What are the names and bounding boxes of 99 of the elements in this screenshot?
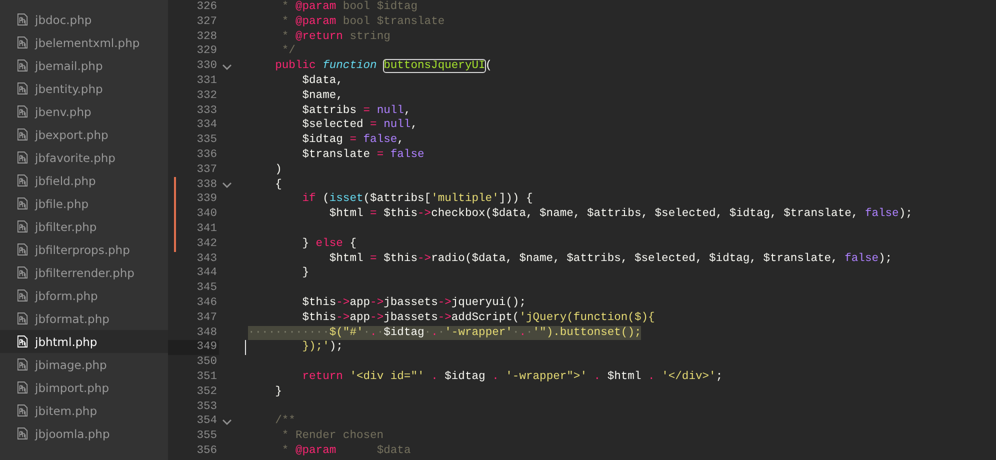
line-number: 346 — [196, 296, 218, 311]
code-line: /** — [274, 414, 296, 430]
file-icon — [17, 197, 28, 210]
file-icon — [17, 358, 28, 371]
code-line: * Render chosen — [280, 429, 384, 444]
code-line: $data, — [301, 74, 343, 89]
code-line: $this->app->jbassets->jqueryui(); — [301, 296, 526, 311]
line-number: 355 — [196, 429, 218, 444]
file-item[interactable]: jbfilter.php — [0, 215, 168, 238]
line-number: 345 — [196, 281, 218, 296]
file-icon — [17, 105, 28, 118]
line-number: 338 — [196, 178, 218, 192]
file-item[interactable]: jbjoomla.php — [0, 422, 168, 445]
file-icon — [17, 220, 28, 233]
file-icon — [17, 36, 28, 49]
code-line: } else { — [301, 236, 356, 252]
file-item[interactable]: jbfile.php — [0, 192, 168, 215]
code-line: $attribs = null, — [301, 104, 411, 118]
code-line: $selected = null, — [301, 118, 418, 134]
file-icon — [17, 266, 28, 279]
code-line: } — [301, 266, 310, 282]
line-number: 334 — [196, 118, 218, 134]
chevron-icon[interactable] — [222, 182, 232, 188]
line-number: 353 — [196, 400, 218, 414]
line-number: 350 — [196, 355, 218, 370]
file-item[interactable]: jbform.php — [0, 284, 168, 307]
file-item[interactable]: jbentity.php — [0, 77, 168, 100]
code-line: return '<div id="' . $idtag . '-wrapper">' . $html . '</div>'; — [301, 370, 723, 385]
file-item[interactable]: jbenv.php — [0, 100, 168, 123]
file-icon — [17, 243, 28, 256]
line-number: 354 — [196, 414, 218, 430]
line-number: 340 — [196, 207, 218, 222]
code-line: } — [274, 384, 282, 400]
code-line: * @return string — [280, 30, 390, 44]
file-icon — [17, 59, 28, 72]
file-icon — [17, 13, 28, 26]
code-line: * @param $data — [280, 444, 411, 459]
file-icon — [17, 289, 28, 302]
file-item[interactable]: jbfilterprops.php — [0, 238, 168, 261]
file-icon — [17, 82, 28, 95]
chevron-icon[interactable] — [222, 64, 232, 70]
file-icon — [17, 151, 28, 164]
file-icon — [17, 381, 28, 394]
code-line: */ — [280, 44, 296, 60]
line-number: 326 — [196, 0, 218, 15]
code-line: $name, — [301, 88, 343, 104]
file-item[interactable]: jbhtml.php — [0, 330, 168, 353]
code-line: if (isset($attribs['multiple'])) { — [301, 192, 533, 208]
line-number: 351 — [196, 370, 218, 385]
line-number: 328 — [196, 30, 218, 44]
file-item[interactable]: jbdoc.php — [0, 8, 168, 31]
line-number: 343 — [196, 252, 218, 266]
file-item[interactable]: jbexport.php — [0, 123, 168, 146]
line-number: 330 — [196, 59, 218, 74]
chevron-icon[interactable] — [222, 418, 232, 425]
line-number: 329 — [196, 44, 218, 60]
file-item[interactable]: jbformat.php — [0, 307, 168, 330]
line-number: 335 — [196, 133, 218, 148]
file-icon — [17, 335, 28, 348]
code-line: { — [274, 178, 282, 192]
code-line: * @param bool $idtag — [280, 0, 418, 15]
line-number: 347 — [196, 310, 218, 326]
file-icon — [17, 404, 28, 417]
file-item[interactable]: jbimage.php — [0, 353, 168, 376]
line-number: 341 — [196, 222, 218, 237]
code-line: ) — [274, 162, 282, 178]
code-line: $idtag = false, — [301, 133, 404, 148]
code-line: $html = $this->radio($data, $name, $attribs, $selected, $idtag, $translate, false); — [328, 252, 892, 266]
line-number: 352 — [196, 384, 218, 400]
line-number: 333 — [196, 104, 218, 118]
code-line: $translate = false — [301, 148, 424, 163]
file-item[interactable]: jbfilterrender.php — [0, 261, 168, 284]
file-item[interactable]: jbemail.php — [0, 54, 168, 77]
line-number: 348 — [196, 326, 218, 340]
line-number: 349 — [168, 340, 220, 356]
file-item[interactable]: jbfield.php — [0, 169, 168, 192]
line-number: 356 — [196, 444, 218, 459]
code-line: });'); — [301, 340, 343, 356]
file-item[interactable]: jbelementxml.php — [0, 31, 168, 54]
line-number: 332 — [196, 88, 218, 104]
file-item[interactable]: jbimport.php — [0, 376, 168, 399]
line-number: 327 — [196, 14, 218, 30]
line-number: 331 — [196, 74, 218, 89]
file-icon — [17, 174, 28, 187]
line-number: 336 — [196, 148, 218, 163]
code-line: $html = $this->checkbox($data, $name, $attribs, $selected, $idtag, $translate, false); — [328, 207, 912, 222]
file-item[interactable]: jbfavorite.php — [0, 146, 168, 169]
code-line: $this->app->jbassets->addScript('jQuery(function($){ — [301, 310, 655, 326]
file-icon — [17, 427, 28, 440]
text-cursor — [245, 340, 246, 356]
line-number: 342 — [196, 236, 218, 252]
line-number: 339 — [196, 192, 218, 208]
file-icon — [17, 312, 28, 325]
file-icon — [17, 128, 28, 141]
line-number: 337 — [196, 162, 218, 178]
code-line: public function buttonsJqueryUI( — [274, 59, 492, 74]
file-item[interactable]: jbitem.php — [0, 399, 168, 422]
line-number: 344 — [196, 266, 218, 282]
code-line: * @param bool $translate — [280, 14, 445, 30]
